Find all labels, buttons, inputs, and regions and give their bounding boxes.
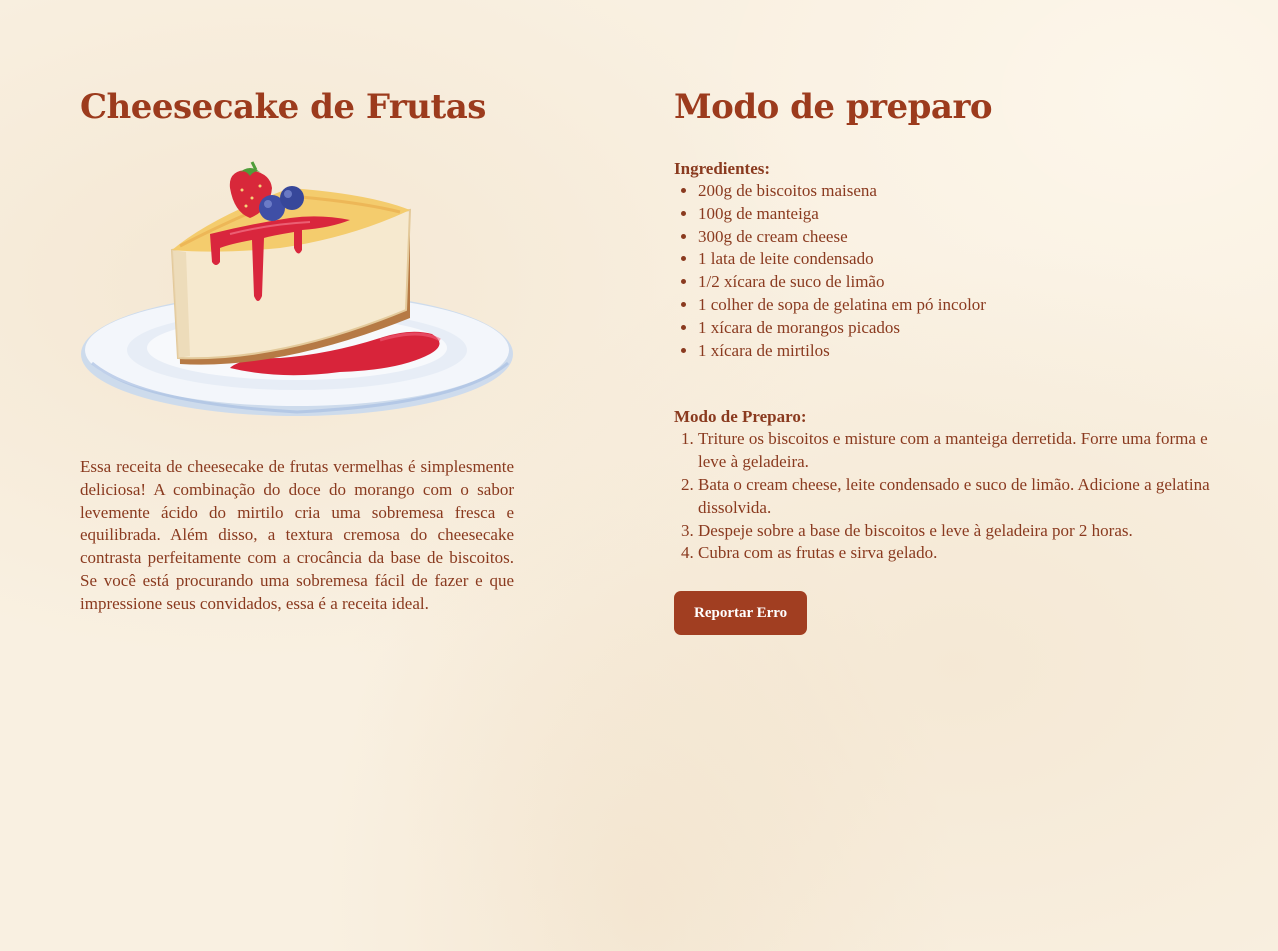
recipe-title: Cheesecake de Frutas [80, 87, 486, 127]
ingredient-item: 200g de biscoitos maisena [698, 180, 1214, 203]
ingredient-item: 1 xícara de morangos picados [698, 317, 1214, 340]
ingredients-label: Ingredientes: [674, 159, 771, 178]
preparation-title: Modo de preparo [674, 87, 993, 127]
ingredient-item: 100g de manteiga [698, 203, 1214, 226]
ingredient-item: 1 colher de sopa de gelatina em pó incol… [698, 294, 1214, 317]
recipe-description: Essa receita de cheesecake de frutas ver… [80, 457, 514, 613]
ingredient-item: 300g de cream cheese [698, 226, 1214, 249]
report-error-button[interactable]: Reportar Erro [674, 591, 808, 636]
preparation-column: Modo de preparo Ingredientes: 200g de bi… [674, 86, 1214, 636]
cheesecake-image [81, 161, 513, 416]
step-item: Triture os biscoitos e misture com a man… [698, 428, 1214, 474]
steps-label: Modo de Preparo: [674, 407, 807, 427]
step-item: Despeje sobre a base de biscoitos e leve… [698, 520, 1214, 543]
ingredient-item: 1/2 xícara de suco de limão [698, 271, 1214, 294]
recipe-column: Cheesecake de Frutas Essa receita de che… [80, 86, 514, 633]
steps-list: Triture os biscoitos e misture com a man… [674, 428, 1214, 565]
ingredient-item: 1 lata de leite condensado [698, 248, 1214, 271]
ingredient-item: 1 xícara de mirtilos [698, 340, 1214, 363]
step-item: Cubra com as frutas e sirva gelado. [698, 542, 1214, 565]
ingredients-list: 200g de biscoitos maisena 100g de mantei… [674, 180, 1214, 362]
step-item: Bata o cream cheese, leite condensado e … [698, 474, 1214, 520]
